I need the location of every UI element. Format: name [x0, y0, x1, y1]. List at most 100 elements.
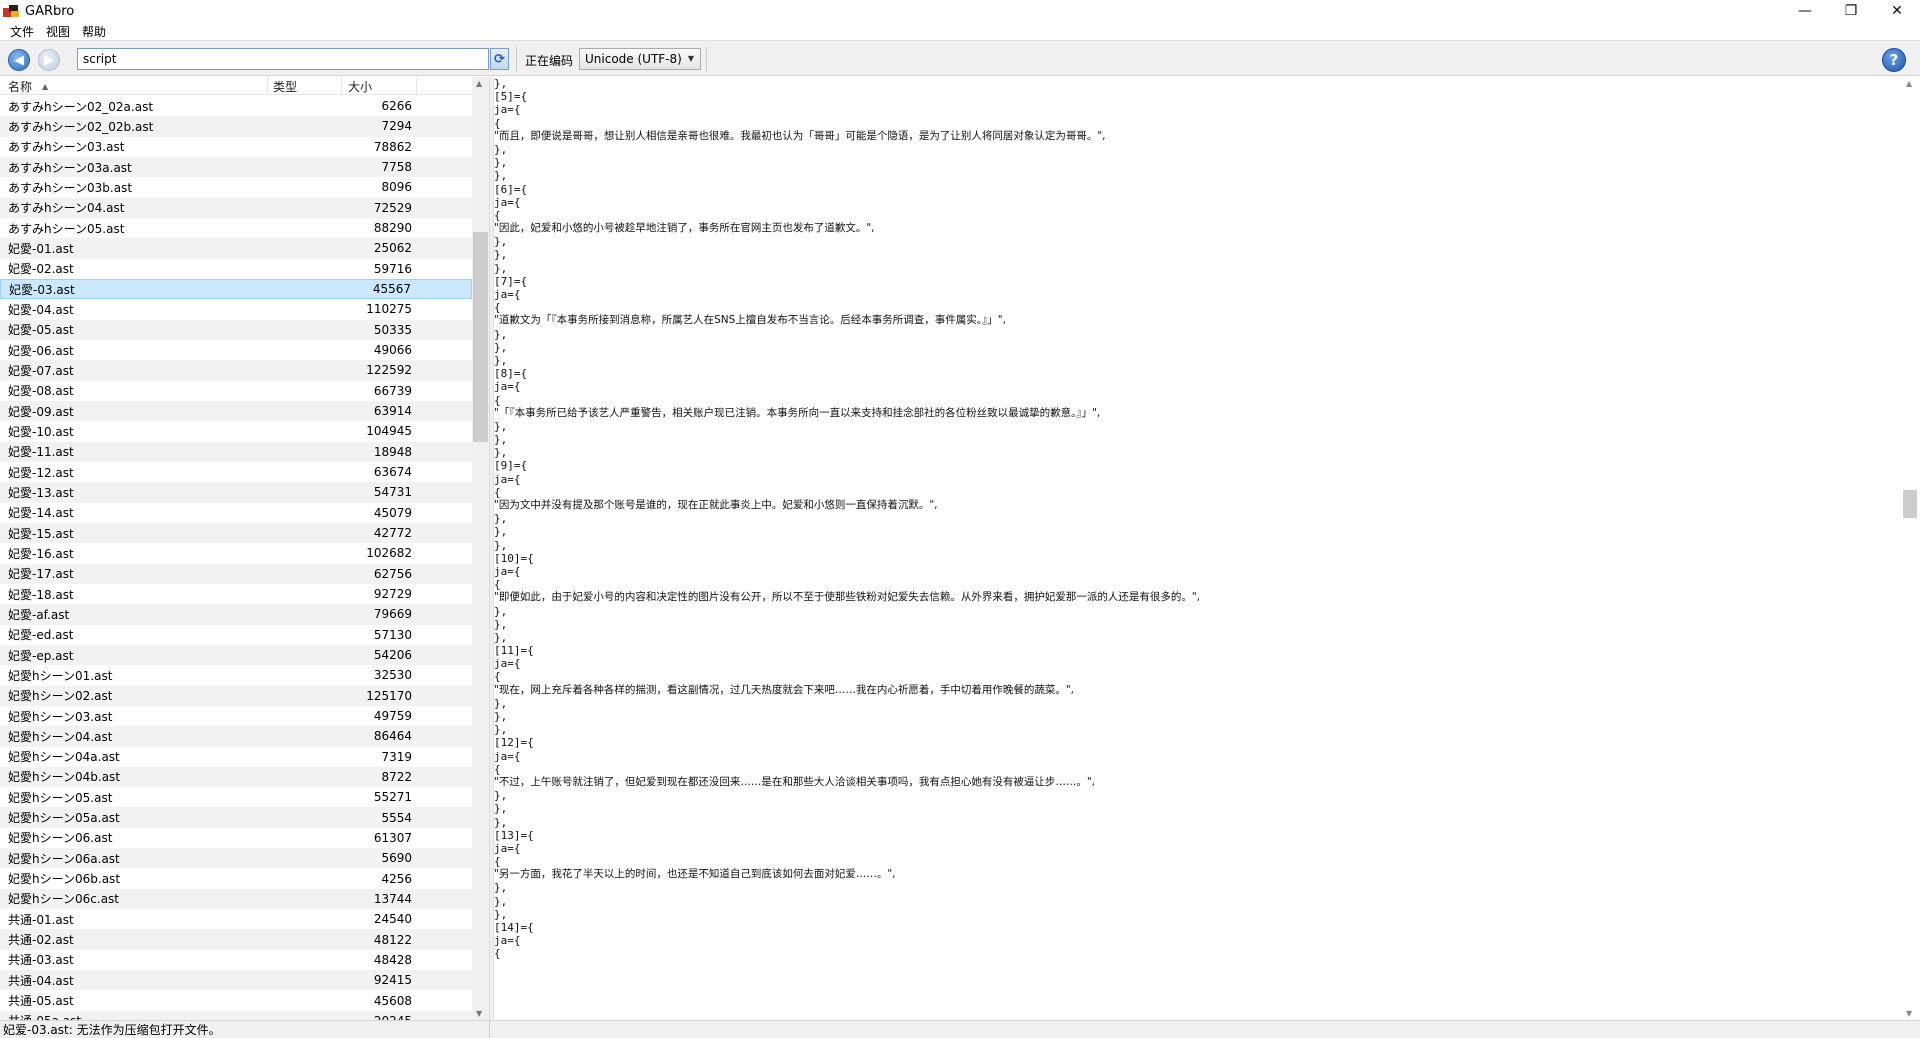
- file-size: 5554: [381, 810, 412, 825]
- file-row[interactable]: 妃愛hシーン03.ast 49759: [0, 706, 472, 726]
- file-name: 妃愛-13.ast: [8, 485, 74, 500]
- file-row[interactable]: 妃愛-11.ast 18948: [0, 441, 472, 462]
- scroll-thumb[interactable]: [1903, 490, 1917, 518]
- scroll-up-icon[interactable]: ▲: [1906, 79, 1912, 88]
- file-row[interactable]: 妃愛-02.ast 59716: [0, 259, 472, 279]
- file-row[interactable]: 妃愛hシーン06c.ast 13744: [0, 888, 472, 910]
- file-name: 妃愛hシーン06a.ast: [8, 851, 120, 866]
- scroll-thumb[interactable]: [473, 232, 488, 442]
- file-row[interactable]: 妃愛-14.ast 45079: [0, 503, 472, 523]
- file-row[interactable]: 妃愛-16.ast 102682: [0, 543, 472, 563]
- column-header-type[interactable]: 类型: [268, 77, 342, 95]
- file-row[interactable]: 妃愛hシーン05a.ast 5554: [0, 807, 472, 828]
- forward-button[interactable]: ▶: [38, 49, 60, 71]
- file-list-scrollbar[interactable]: ▲ ▼: [472, 77, 489, 1020]
- file-row[interactable]: 妃愛hシーン05.ast 55271: [0, 787, 472, 807]
- file-row[interactable]: 共通-02.ast 48122: [0, 929, 472, 950]
- file-name: 妃愛-05.ast: [8, 323, 74, 338]
- file-row[interactable]: あすみhシーン04.ast 72529: [0, 197, 472, 218]
- file-row[interactable]: 妃愛-12.ast 63674: [0, 462, 472, 482]
- file-row[interactable]: 妃愛-01.ast 25062: [0, 238, 472, 259]
- file-name: 妃愛-12.ast: [8, 465, 74, 480]
- file-row[interactable]: 妃愛hシーン04a.ast 7319: [0, 747, 472, 767]
- file-size: 5690: [381, 851, 412, 866]
- file-row[interactable]: 妃愛-10.ast 104945: [0, 421, 472, 441]
- column-header-name[interactable]: 名称 ▲: [0, 77, 268, 95]
- text-line: },: [494, 169, 508, 183]
- text-line: },: [494, 789, 508, 803]
- file-size: 78862: [373, 139, 412, 154]
- file-row[interactable]: あすみhシーン05.ast 88290: [0, 218, 472, 238]
- file-row[interactable]: 妃愛-04.ast 110275: [0, 299, 472, 319]
- file-size: 45079: [373, 505, 412, 520]
- file-name: 妃愛-18.ast: [8, 587, 74, 602]
- file-row[interactable]: 共通-01.ast 24540: [0, 909, 472, 929]
- menu-help[interactable]: 帮助: [76, 23, 112, 40]
- text-preview[interactable]: }, [5]={ja={{"而且，即便说是哥哥，想让别人相信是亲哥也很难。我最初也…: [494, 77, 1900, 1020]
- file-row[interactable]: 妃愛-03.ast 45567: [0, 278, 472, 300]
- file-size: 104945: [366, 424, 412, 439]
- file-row[interactable]: 妃愛-05.ast 50335: [0, 319, 472, 340]
- file-size: 49066: [373, 343, 412, 358]
- encoding-select[interactable]: Unicode (UTF-8) ▼: [579, 48, 701, 70]
- text-line: },: [494, 696, 508, 710]
- menu-file[interactable]: 文件: [4, 23, 40, 40]
- scroll-down-icon[interactable]: ▼: [476, 1009, 482, 1018]
- file-row[interactable]: 妃愛-ed.ast 57130: [0, 625, 472, 645]
- text-line: {: [494, 208, 501, 222]
- file-name: 妃愛-14.ast: [8, 506, 74, 521]
- file-row[interactable]: 妃愛hシーン06a.ast 5690: [0, 848, 472, 869]
- file-row[interactable]: 妃愛-09.ast 63914: [0, 400, 472, 422]
- refresh-button[interactable]: ⟳: [490, 48, 509, 70]
- file-row[interactable]: あすみhシーン03a.ast 7758: [0, 156, 472, 178]
- text-line: },: [494, 538, 508, 552]
- menu-view[interactable]: 视图: [40, 23, 76, 40]
- scroll-up-icon[interactable]: ▲: [476, 79, 482, 88]
- file-row[interactable]: 共通-03.ast 48428: [0, 950, 472, 970]
- file-row[interactable]: 妃愛-15.ast 42772: [0, 522, 472, 544]
- file-row[interactable]: 妃愛hシーン06b.ast 4256: [0, 868, 472, 888]
- file-row[interactable]: 妃愛-13.ast 54731: [0, 482, 472, 503]
- close-button[interactable]: ✕: [1874, 0, 1920, 22]
- text-line: },: [494, 340, 508, 354]
- file-size: 72529: [373, 200, 412, 215]
- file-row[interactable]: あすみhシーン03.ast 78862: [0, 137, 472, 157]
- file-row[interactable]: あすみhシーン02_02b.ast 7294: [0, 116, 472, 137]
- file-row[interactable]: 妃愛hシーン04b.ast 8722: [0, 766, 472, 788]
- help-button[interactable]: ?: [1882, 48, 1906, 72]
- file-size: 4256: [381, 871, 412, 886]
- text-line: [14]={: [494, 921, 534, 934]
- file-row[interactable]: 妃愛-07.ast 122592: [0, 360, 472, 381]
- file-row[interactable]: 共通-05.ast 45608: [0, 990, 472, 1010]
- file-row[interactable]: 妃愛-18.ast 92729: [0, 584, 472, 604]
- file-size: 13744: [373, 891, 412, 906]
- arrow-left-icon: ◀: [14, 52, 24, 68]
- restore-button[interactable]: ❐: [1828, 0, 1874, 22]
- path-input[interactable]: script: [77, 48, 489, 70]
- scroll-down-icon[interactable]: ▼: [1906, 1009, 1912, 1018]
- file-row[interactable]: 妃愛-ep.ast 54206: [0, 644, 472, 666]
- file-row[interactable]: 妃愛hシーン01.ast 32530: [0, 665, 472, 685]
- file-name: あすみhシーン03.ast: [8, 140, 125, 155]
- file-row[interactable]: 妃愛-af.ast 79669: [0, 604, 472, 625]
- file-row[interactable]: 妃愛-06.ast 49066: [0, 340, 472, 360]
- file-row[interactable]: 妃愛hシーン04.ast 86464: [0, 726, 472, 747]
- minimize-button[interactable]: —: [1782, 0, 1828, 22]
- text-line: "不过，上午账号就注销了，但妃爱到现在都还没回来……是在和那些大人洽谈相关事项吗…: [494, 775, 1095, 788]
- text-line: {: [494, 855, 501, 869]
- file-row[interactable]: あすみhシーン02_02a.ast 6266: [0, 96, 472, 116]
- file-row[interactable]: 妃愛-08.ast 66739: [0, 381, 472, 401]
- file-row[interactable]: 共通-05a.ast20245: [0, 1010, 472, 1020]
- file-row[interactable]: 共通-04.ast 92415: [0, 970, 472, 991]
- file-row[interactable]: 妃愛-17.ast 62756: [0, 563, 472, 584]
- file-row[interactable]: あすみhシーン03b.ast 8096: [0, 177, 472, 197]
- file-size: 54206: [373, 648, 412, 663]
- text-line: ja={: [494, 380, 521, 394]
- file-row[interactable]: 妃愛hシーン02.ast 125170: [0, 685, 472, 706]
- column-header-size[interactable]: 大小: [342, 77, 417, 95]
- preview-scrollbar[interactable]: ▲ ▼: [1900, 77, 1920, 1020]
- file-row[interactable]: 妃愛hシーン06.ast 61307: [0, 828, 472, 848]
- file-size: 45608: [373, 993, 412, 1008]
- back-button[interactable]: ◀: [8, 49, 30, 71]
- text-line: {: [494, 578, 501, 592]
